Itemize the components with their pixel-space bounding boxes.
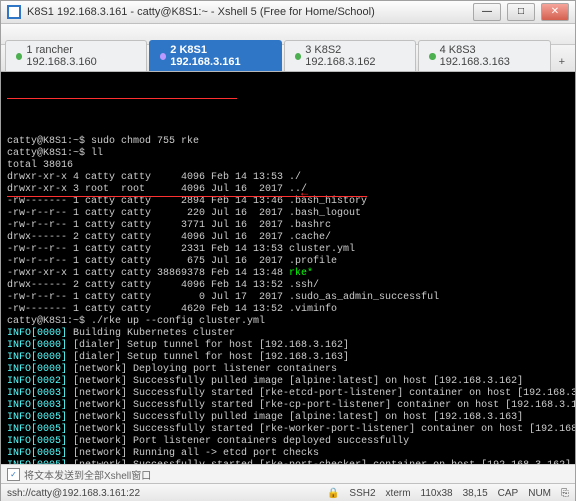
status-term: xterm: [386, 488, 411, 499]
terminal-line: INFO[0002] [network] Successfully pulled…: [7, 376, 569, 388]
close-button[interactable]: ✕: [541, 3, 569, 21]
terminal-line: -rw-r--r-- 1 catty catty 675 Jul 16 2017…: [7, 256, 569, 268]
status-ssh: SSH2: [349, 488, 375, 499]
tab-label: 3 K8S2 192.168.3.162: [305, 44, 405, 68]
terminal-line: -rwxr-xr-x 1 catty catty 38869378 Feb 14…: [7, 268, 569, 280]
tab-label: 2 K8S1 192.168.3.161: [170, 44, 271, 68]
terminal-line: -rw------- 1 catty catty 4620 Feb 14 13:…: [7, 304, 569, 316]
terminal-line: -rw-r--r-- 1 catty catty 220 Jul 16 2017…: [7, 208, 569, 220]
session-tabs: 1 rancher 192.168.3.160 2 K8S1 192.168.3…: [1, 45, 575, 72]
terminal-line: -rw-r--r-- 1 catty catty 2331 Feb 14 13:…: [7, 244, 569, 256]
terminal-line: INFO[0000] [network] Deploying port list…: [7, 364, 569, 376]
terminal-line: INFO[0005] [network] Running all -> etcd…: [7, 448, 569, 460]
new-tab-button[interactable]: +: [553, 53, 571, 71]
terminal-line: catty@K8S1:~$ sudo chmod 755 rke: [7, 136, 569, 148]
status-pos: 38,15: [463, 488, 488, 499]
tab-label: 1 rancher 192.168.3.160: [26, 44, 136, 68]
status-connection: ssh://catty@192.168.3.161:22: [7, 488, 140, 499]
status-caps: CAP: [498, 488, 519, 499]
tab-k8s2[interactable]: 3 K8S2 192.168.3.162: [284, 40, 416, 71]
terminal-line: INFO[0000] [dialer] Setup tunnel for hos…: [7, 352, 569, 364]
send-all-label: 将文本发送到全部Xshell窗口: [24, 467, 151, 482]
terminal-line: INFO[0005] [network] Port listener conta…: [7, 436, 569, 448]
maximize-button[interactable]: □: [507, 3, 535, 21]
status-size: 110x38: [421, 488, 453, 499]
terminal-line: INFO[0005] [network] Successfully starte…: [7, 424, 569, 436]
terminal-line: drwxr-xr-x 3 root root 4096 Jul 16 2017 …: [7, 184, 569, 196]
terminal-line: INFO[0003] [network] Successfully starte…: [7, 388, 569, 400]
tab-k8s1[interactable]: 2 K8S1 192.168.3.161: [149, 40, 282, 71]
terminal-line: total 38016: [7, 160, 569, 172]
status-dot-icon: [160, 53, 166, 60]
status-num: NUM: [528, 488, 551, 499]
send-all-checkbox[interactable]: ✓: [7, 468, 20, 481]
status-dot-icon: [16, 53, 22, 60]
status-bar: ssh://catty@192.168.3.161:22 🔒 SSH2 xter…: [1, 483, 575, 501]
send-to-all-bar: ✓ 将文本发送到全部Xshell窗口: [1, 464, 575, 483]
status-lock-icon: ⎘: [561, 488, 569, 499]
terminal-line: drwx------ 2 catty catty 4096 Jul 16 201…: [7, 232, 569, 244]
titlebar: K8S1 192.168.3.161 - catty@K8S1:~ - Xshe…: [1, 1, 575, 24]
terminal-line: -rw-r--r-- 1 catty catty 3771 Jul 16 201…: [7, 220, 569, 232]
terminal-line: catty@K8S1:~$ ll: [7, 148, 569, 160]
lock-icon: 🔒: [327, 488, 339, 499]
terminal-line: INFO[0005] [network] Successfully starte…: [7, 460, 569, 464]
terminal-line: drwxr-xr-x 4 catty catty 4096 Feb 14 13:…: [7, 172, 569, 184]
terminal-line: -rw------- 1 catty catty 2894 Feb 14 13:…: [7, 196, 569, 208]
status-dot-icon: [295, 53, 301, 60]
annotation-arrow-icon: ←: [301, 187, 308, 199]
terminal-line: catty@K8S1:~$ ./rke up --config cluster.…: [7, 316, 569, 328]
terminal[interactable]: ← catty@K8S1:~$ sudo chmod 755 rkecatty@…: [1, 72, 575, 464]
tab-label: 4 K8S3 192.168.3.163: [440, 44, 540, 68]
terminal-line: INFO[0000] Building Kubernetes cluster: [7, 328, 569, 340]
annotation-underline-1: [7, 98, 237, 99]
minimize-button[interactable]: —: [473, 3, 501, 21]
tab-rancher[interactable]: 1 rancher 192.168.3.160: [5, 40, 147, 71]
terminal-line: INFO[0003] [network] Successfully starte…: [7, 400, 569, 412]
tab-k8s3[interactable]: 4 K8S3 192.168.3.163: [418, 40, 550, 71]
annotation-underline-2: [7, 196, 367, 197]
status-dot-icon: [429, 53, 435, 60]
terminal-line: INFO[0005] [network] Successfully pulled…: [7, 412, 569, 424]
terminal-line: INFO[0000] [dialer] Setup tunnel for hos…: [7, 340, 569, 352]
app-icon: [7, 5, 21, 19]
window-title: K8S1 192.168.3.161 - catty@K8S1:~ - Xshe…: [27, 6, 467, 18]
terminal-line: drwx------ 2 catty catty 4096 Feb 14 13:…: [7, 280, 569, 292]
terminal-line: -rw-r--r-- 1 catty catty 0 Jul 17 2017 .…: [7, 292, 569, 304]
